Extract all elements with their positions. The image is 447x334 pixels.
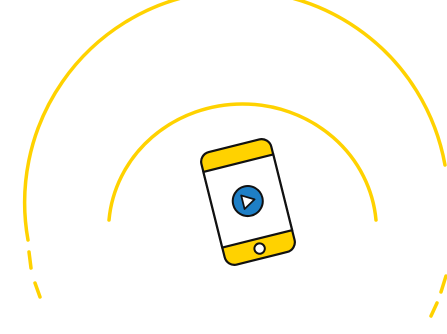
illustration-canvas (0, 0, 447, 334)
phone-broadcast-illustration (22, 0, 447, 318)
